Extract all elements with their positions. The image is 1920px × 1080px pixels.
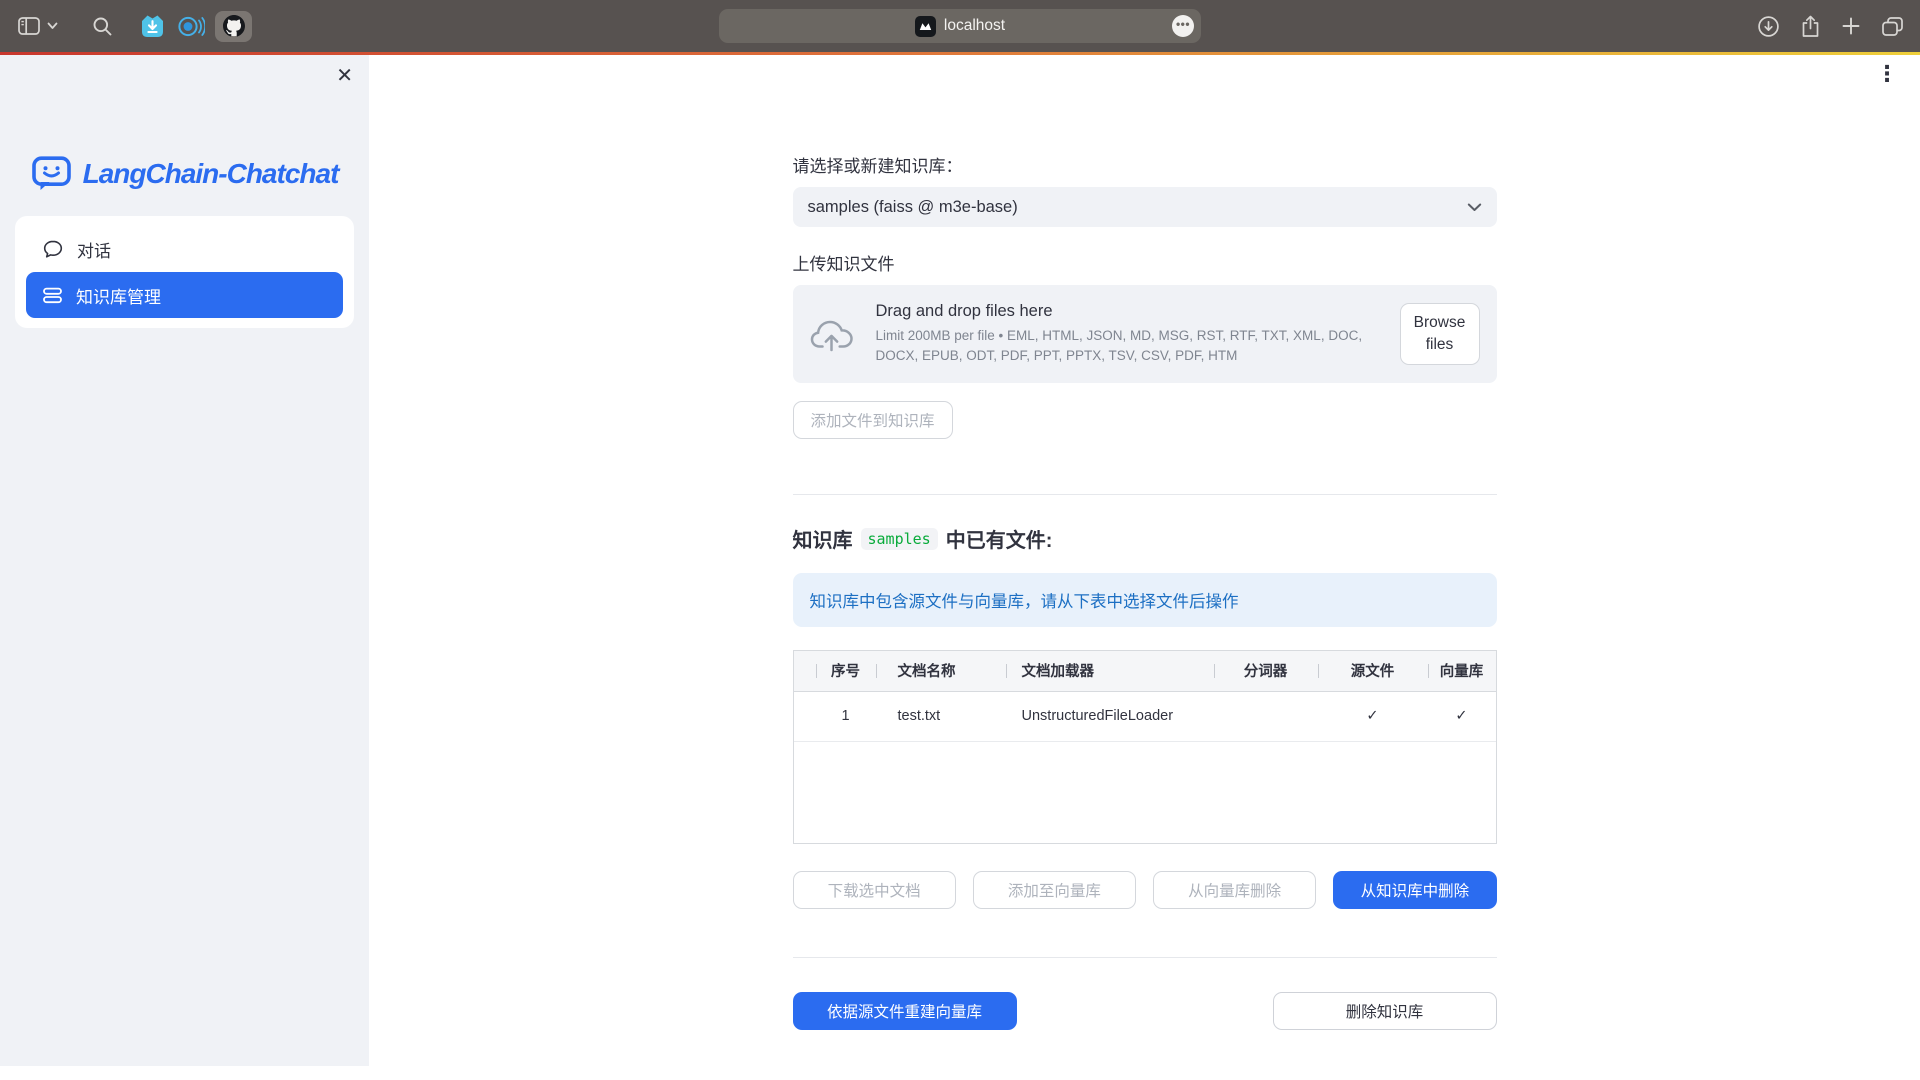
screen: localhost ••• ✕ (0, 0, 1920, 1080)
column-header-loader: 文档加载器 (1006, 651, 1214, 691)
chevron-down-icon[interactable] (47, 22, 58, 30)
cell-docname: test.txt (876, 691, 1006, 741)
sidebar-menu: 对话 知识库管理 (15, 216, 354, 328)
logo-text: LangChain-Chatchat (83, 158, 339, 190)
kb-name-code: samples (861, 528, 938, 550)
sidebar-item-label: 知识库管理 (76, 283, 161, 308)
tab-overview-icon[interactable] (1882, 17, 1903, 36)
column-header-sourcefile: 源文件 (1318, 651, 1428, 691)
app-logo: LangChain-Chatchat (0, 155, 369, 193)
address-bar[interactable]: localhost ••• (719, 9, 1201, 43)
toolbar-right-group (1758, 0, 1903, 52)
delete-kb-button[interactable]: 删除知识库 (1273, 992, 1497, 1030)
logo-chat-icon (31, 155, 72, 193)
chevron-down-icon (1467, 203, 1482, 212)
share-icon[interactable] (1801, 15, 1820, 38)
page-settings-icon[interactable]: ••• (1172, 15, 1194, 37)
browser-toolbar: localhost ••• (0, 0, 1920, 52)
sidebar-toggle-icon[interactable] (18, 17, 40, 35)
app-menu-icon[interactable]: ⋮ (1876, 61, 1898, 87)
browse-files-button[interactable]: Browse files (1400, 303, 1480, 365)
sidebar-item-kb-management[interactable]: 知识库管理 (26, 272, 343, 318)
upload-label: 上传知识文件 (793, 250, 1497, 275)
kb-stack-icon (43, 287, 62, 304)
column-header-vectorstore: 向量库 (1428, 651, 1496, 691)
cell-sourcefile-check: ✓ (1318, 691, 1428, 741)
info-banner: 知识库中包含源文件与向量库，请从下表中选择文件后操作 (793, 573, 1497, 627)
sidebar-close-icon[interactable]: ✕ (336, 66, 353, 86)
new-tab-icon[interactable] (1842, 17, 1860, 35)
divider (793, 494, 1497, 495)
kb-actions-row: 依据源文件重建向量库 删除知识库 (793, 992, 1497, 1030)
files-table[interactable]: 序号 文档名称 文档加载器 分词器 源文件 向量库 1 (793, 650, 1497, 844)
streamlit-decoration-bar (0, 52, 1920, 55)
kb-select-label: 请选择或新建知识库： (793, 152, 1497, 177)
table-row[interactable]: 1 test.txt UnstructuredFileLoader ✓ ✓ (794, 691, 1496, 741)
delete-from-vectorstore-button[interactable]: 从向量库删除 (1153, 871, 1316, 909)
files-heading-prefix: 知识库 (793, 524, 853, 553)
files-heading: 知识库 samples 中已有文件: (793, 524, 1497, 553)
divider (793, 957, 1497, 958)
sidebar-item-label: 对话 (77, 237, 111, 262)
info-banner-text: 知识库中包含源文件与向量库，请从下表中选择文件后操作 (810, 588, 1239, 612)
downloads-icon[interactable] (1758, 16, 1779, 37)
kb-select[interactable]: samples (faiss @ m3e-base) (793, 187, 1497, 227)
main-area: ⋮ 请选择或新建知识库： samples (faiss @ m3e-base) … (369, 55, 1920, 1080)
github-tab-button[interactable] (215, 11, 252, 42)
add-to-vectorstore-button[interactable]: 添加至向量库 (973, 871, 1136, 909)
column-header-index: 序号 (816, 651, 876, 691)
table-header-row: 序号 文档名称 文档加载器 分词器 源文件 向量库 (794, 651, 1496, 691)
cell-index: 1 (816, 691, 876, 741)
column-header-docname: 文档名称 (876, 651, 1006, 691)
download-selected-button[interactable]: 下载选中文档 (793, 871, 956, 909)
search-icon[interactable] (92, 16, 113, 37)
chat-bubble-icon (43, 239, 63, 259)
column-header-splitter: 分词器 (1214, 651, 1318, 691)
radar-extension-icon[interactable] (176, 13, 205, 40)
sidebar-item-dialogue[interactable]: 对话 (26, 226, 343, 272)
dropzone-hint: Limit 200MB per file • EML, HTML, JSON, … (876, 326, 1388, 367)
rebuild-vectorstore-button[interactable]: 依据源文件重建向量库 (793, 992, 1017, 1030)
cell-vectorstore-check: ✓ (1428, 691, 1496, 741)
file-actions-row: 下载选中文档 添加至向量库 从向量库删除 从知识库中删除 (793, 871, 1497, 909)
url-text: localhost (944, 17, 1005, 35)
sidebar: ✕ LangChain-Chatchat 对话 (0, 55, 369, 1080)
delete-from-kb-button[interactable]: 从知识库中删除 (1333, 871, 1496, 909)
streamlit-favicon (915, 16, 936, 37)
cell-loader: UnstructuredFileLoader (1006, 691, 1214, 741)
toolbar-left-group (18, 11, 252, 42)
dropzone-text: Drag and drop files here Limit 200MB per… (876, 302, 1388, 367)
download-extension-icon[interactable] (139, 13, 166, 40)
cloud-upload-icon (810, 317, 856, 352)
cell-select[interactable] (794, 691, 816, 741)
page: ✕ LangChain-Chatchat 对话 (0, 55, 1920, 1080)
cell-splitter (1214, 691, 1318, 741)
kb-select-value: samples (faiss @ m3e-base) (808, 198, 1018, 217)
add-files-button[interactable]: 添加文件到知识库 (793, 401, 953, 439)
column-header-select (794, 651, 816, 691)
dropzone-title: Drag and drop files here (876, 302, 1388, 321)
content-column: 请选择或新建知识库： samples (faiss @ m3e-base) 上传… (793, 55, 1497, 1030)
files-heading-suffix: 中已有文件: (946, 524, 1053, 553)
file-dropzone[interactable]: Drag and drop files here Limit 200MB per… (793, 285, 1497, 383)
sidebar-bottom-strip (0, 1066, 369, 1080)
